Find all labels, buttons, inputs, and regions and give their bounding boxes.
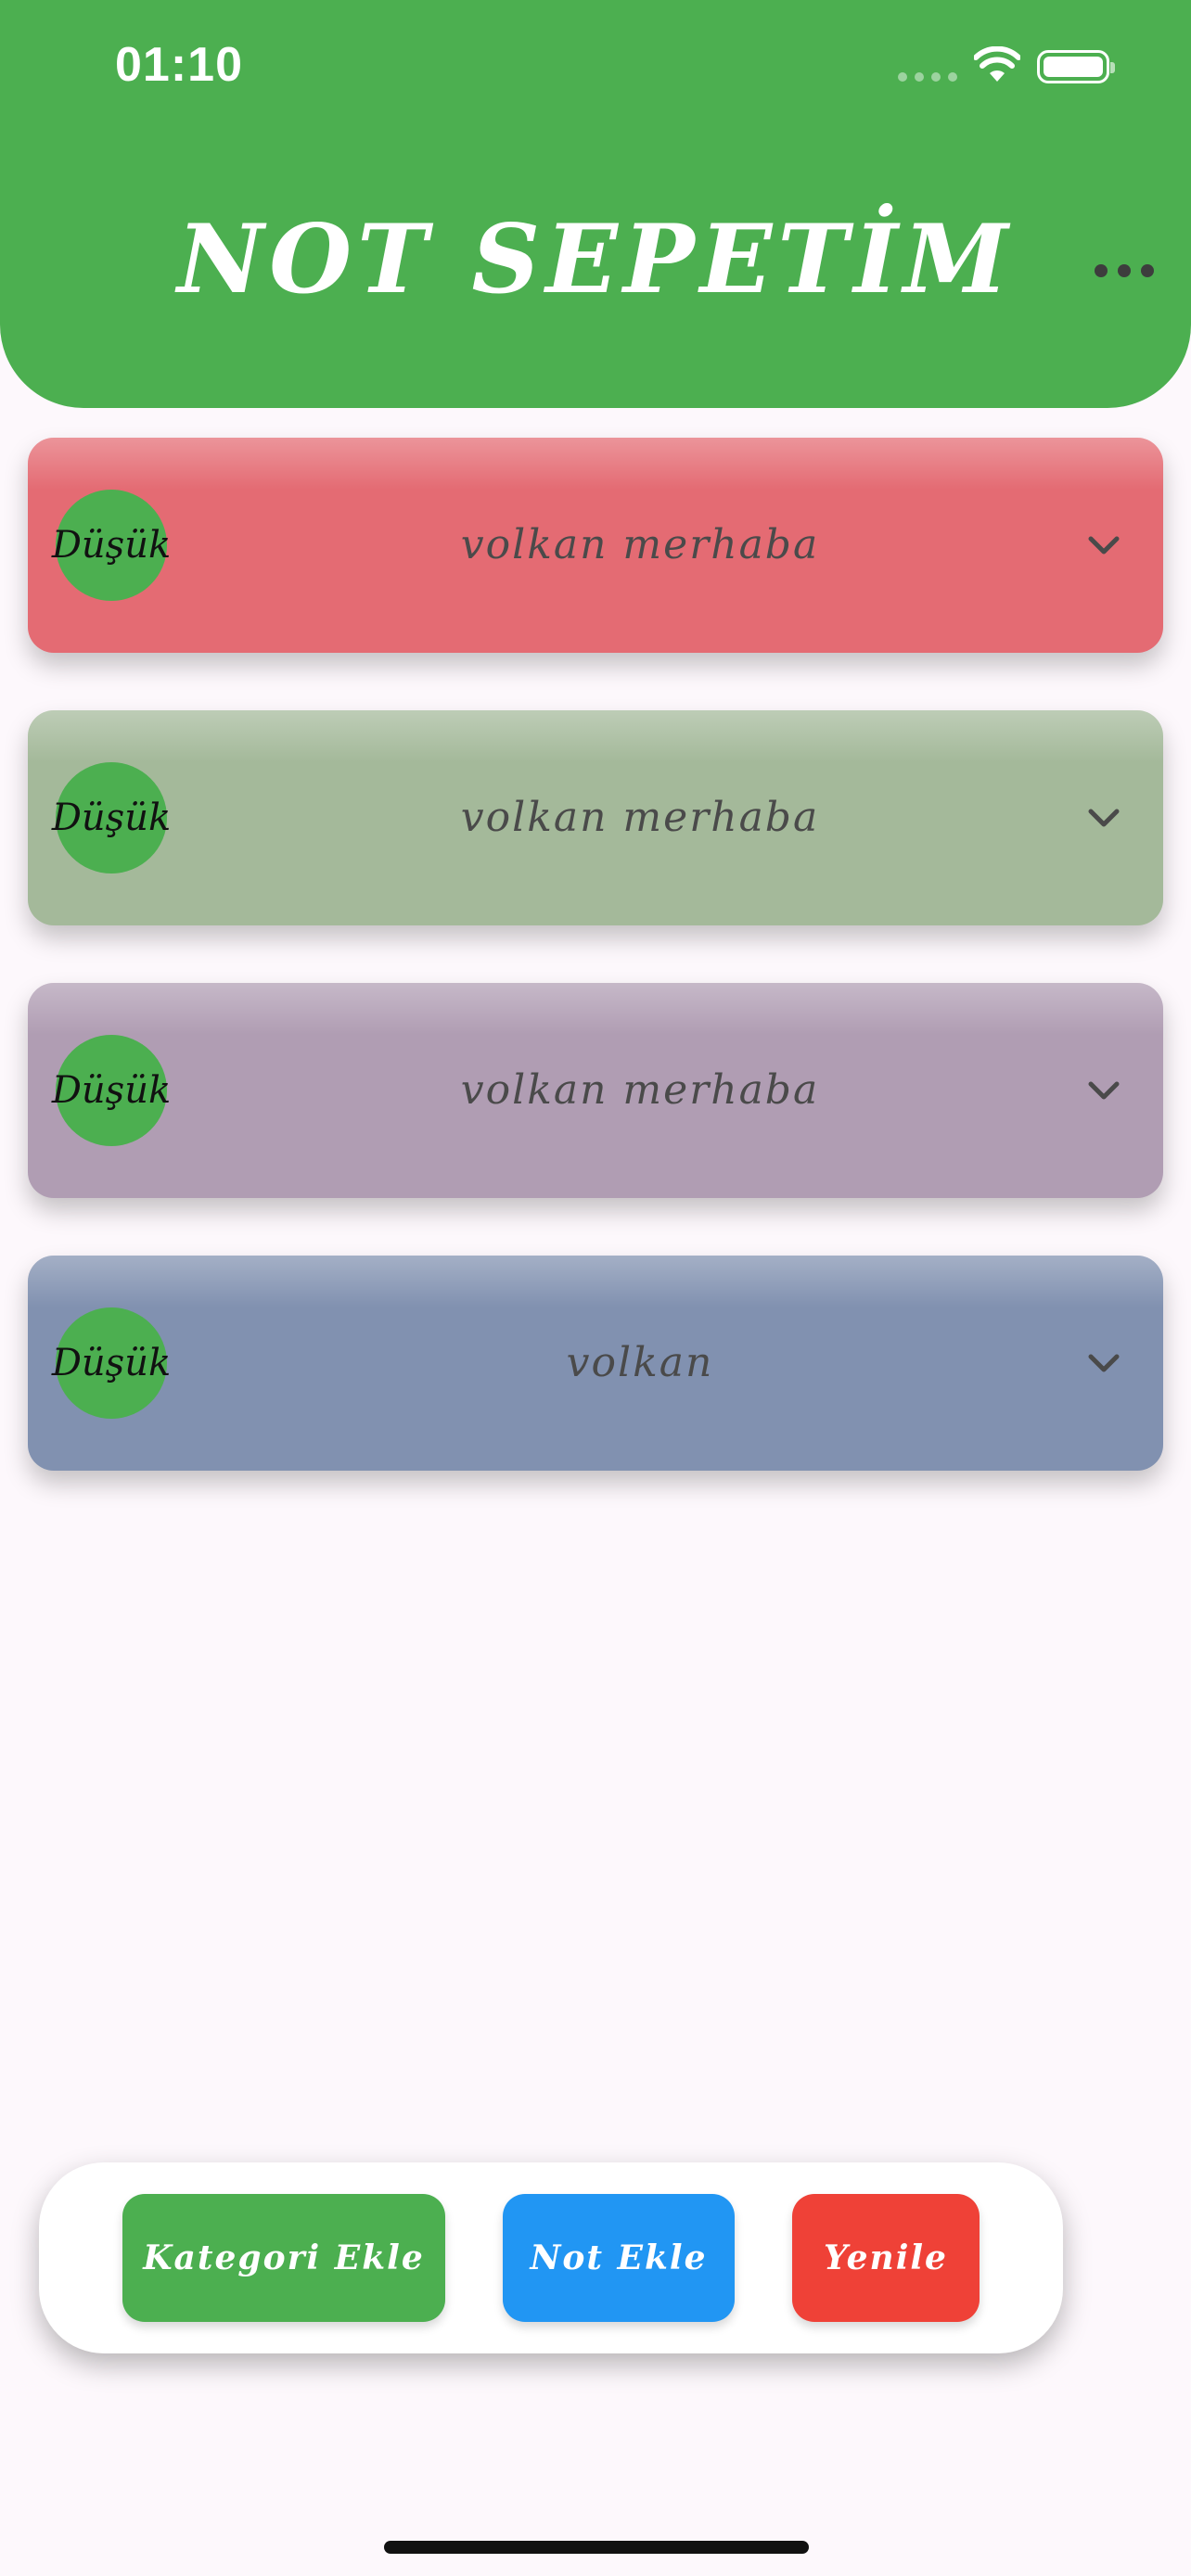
add-note-button[interactable]: Not Ekle	[503, 2194, 735, 2322]
priority-label: Düşük	[51, 1069, 172, 1112]
priority-badge: Düşük	[52, 762, 171, 874]
wifi-icon	[973, 45, 1021, 88]
note-title: volkan merhaba	[460, 794, 820, 841]
note-card[interactable]: Düşük volkan merhaba	[28, 438, 1163, 653]
priority-label: Düşük	[51, 524, 172, 567]
cellular-signal-icon	[898, 72, 957, 82]
chevron-down-icon[interactable]	[1085, 1072, 1122, 1109]
chevron-down-icon[interactable]	[1085, 1345, 1122, 1382]
battery-icon	[1037, 50, 1115, 83]
app-title: NOT SEPETİM	[177, 204, 1014, 315]
note-card[interactable]: Düşük volkan merhaba	[28, 983, 1163, 1198]
chevron-down-icon[interactable]	[1085, 527, 1122, 564]
chevron-down-icon[interactable]	[1085, 799, 1122, 836]
note-title: volkan merhaba	[460, 521, 820, 568]
priority-badge: Düşük	[52, 490, 171, 601]
status-time: 01:10	[115, 38, 243, 92]
priority-label: Düşük	[51, 1342, 172, 1384]
home-indicator[interactable]	[384, 2541, 809, 2554]
note-card[interactable]: Düşük volkan	[28, 1256, 1163, 1471]
bottom-action-bar: Kategori Ekle Not Ekle Yenile	[39, 2162, 1063, 2353]
priority-badge: Düşük	[52, 1307, 171, 1419]
add-category-button[interactable]: Kategori Ekle	[122, 2194, 445, 2322]
priority-label: Düşük	[51, 797, 172, 839]
more-options-icon[interactable]	[1095, 261, 1154, 280]
app-header: 01:10 NOT SEPETİM	[0, 0, 1191, 408]
refresh-button[interactable]: Yenile	[792, 2194, 980, 2322]
note-title: volkan merhaba	[460, 1066, 820, 1114]
note-title: volkan	[566, 1339, 714, 1386]
priority-badge: Düşük	[52, 1035, 171, 1146]
note-card[interactable]: Düşük volkan merhaba	[28, 710, 1163, 925]
